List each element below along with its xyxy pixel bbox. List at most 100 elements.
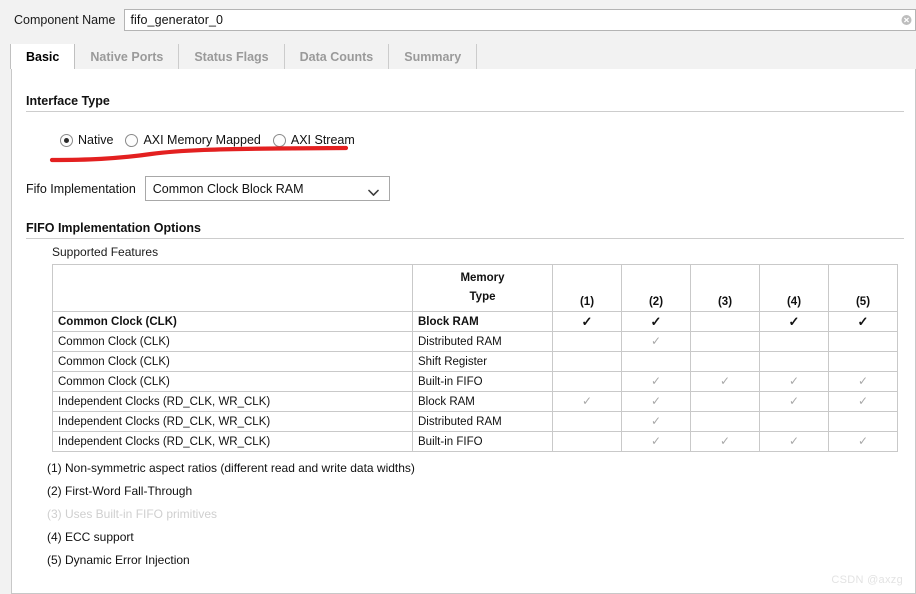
radio-axi-memory-mapped-dot (125, 133, 139, 147)
component-name-row: Component Name fifo_generator_0 (0, 0, 916, 40)
fifo-implementation-label: Fifo Implementation (26, 181, 136, 196)
table-header-row: Memory Type (1) (2) (3) (4) (5) (52, 264, 898, 312)
cell-support-5 (828, 351, 898, 372)
cell-support-4: ✓ (759, 391, 829, 412)
clear-icon[interactable] (900, 14, 913, 27)
fifo-implementation-value: Common Clock Block RAM (152, 181, 304, 196)
check-icon: ✓ (857, 313, 869, 329)
cell-support-5 (828, 411, 898, 432)
table-row[interactable]: Independent Clocks (RD_CLK, WR_CLK) Distr… (52, 411, 898, 432)
check-icon: ✓ (719, 434, 731, 448)
check-icon: ✓ (581, 394, 593, 408)
cell-support-2 (621, 351, 691, 372)
footnote: (2) First-Word Fall-Through (47, 484, 193, 498)
col-note-5: (5) (828, 264, 898, 312)
component-name-input[interactable]: fifo_generator_0 (124, 9, 916, 31)
radio-axi-stream-dot (272, 133, 286, 147)
tab-summary-label: Summary (404, 49, 462, 64)
cell-memory-type: Block RAM (412, 311, 553, 332)
interface-type-radio-group: Native AXI Memory Mapped AXI Stream (60, 133, 367, 147)
check-icon: ✓ (857, 394, 869, 408)
check-icon: ✓ (650, 434, 662, 448)
radio-native-label: Native (78, 133, 114, 147)
table-row[interactable]: Common Clock (CLK) Distributed RAM ✓ (52, 331, 898, 352)
cell-feature: Common Clock (CLK) (52, 311, 413, 332)
component-name-value: fifo_generator_0 (130, 13, 224, 27)
col-note-2: (2) (621, 264, 691, 312)
cell-feature: Independent Clocks (RD_CLK, WR_CLK) (52, 411, 413, 432)
tab-basic[interactable]: Basic (10, 44, 76, 70)
cell-support-1 (552, 331, 622, 352)
cell-memory-type: Built-in FIFO (412, 371, 553, 392)
chevron-down-icon (367, 185, 379, 196)
tab-status-flags[interactable]: Status Flags (179, 44, 285, 69)
tab-native-ports-label: Native Ports (90, 49, 164, 64)
fifo-implementation-select[interactable]: Common Clock Block RAM (144, 176, 390, 201)
cell-support-5: ✓ (828, 311, 898, 332)
cell-support-4: ✓ (759, 311, 829, 332)
table-row[interactable]: Common Clock (CLK) Built-in FIFO ✓ ✓ ✓ ✓ (52, 371, 898, 392)
tab-data-counts[interactable]: Data Counts (284, 44, 390, 69)
radio-axi-stream-label: AXI Stream (290, 133, 355, 147)
interface-type-heading: Interface Type (26, 94, 110, 108)
col-note-4: (4) (759, 264, 829, 312)
fifo-implementation-row: Fifo Implementation Common Clock Block R… (26, 176, 390, 201)
cell-support-4: ✓ (759, 431, 829, 452)
cell-support-4: ✓ (759, 371, 829, 392)
table-row[interactable]: Common Clock (CLK) Shift Register (52, 351, 898, 372)
cell-support-5: ✓ (828, 391, 898, 412)
supported-features-label: Supported Features (52, 245, 159, 259)
cell-support-3 (690, 311, 760, 332)
cell-feature: Independent Clocks (RD_CLK, WR_CLK) (52, 391, 413, 412)
tab-native-ports[interactable]: Native Ports (75, 44, 180, 69)
radio-axi-stream[interactable]: AXI Stream (272, 133, 355, 147)
cell-memory-type: Distributed RAM (412, 411, 553, 432)
table-header: Memory Type (1) (2) (3) (4) (5) (52, 264, 898, 312)
cell-support-2: ✓ (621, 331, 691, 352)
table-row[interactable]: Independent Clocks (RD_CLK, WR_CLK) Block… (52, 391, 898, 412)
cell-support-3: ✓ (690, 371, 760, 392)
cell-support-2: ✓ (621, 431, 691, 452)
footnote: (5) Dynamic Error Injection (47, 553, 190, 567)
fifo-options-heading: FIFO Implementation Options (26, 221, 201, 235)
radio-axi-memory-mapped[interactable]: AXI Memory Mapped (125, 133, 261, 147)
footnote: (1) Non-symmetric aspect ratios (differe… (47, 461, 415, 475)
cell-support-1 (552, 431, 622, 452)
cell-support-2: ✓ (621, 391, 691, 412)
tab-status-flags-label: Status Flags (194, 49, 269, 64)
check-icon: ✓ (650, 394, 662, 408)
radio-axi-memory-mapped-label: AXI Memory Mapped (143, 133, 261, 147)
check-icon: ✓ (788, 394, 800, 408)
cell-memory-type: Built-in FIFO (412, 431, 553, 452)
cell-support-5: ✓ (828, 371, 898, 392)
cell-support-1 (552, 411, 622, 432)
footnote: (3) Uses Built-in FIFO primitives (47, 507, 218, 521)
col-memory-type-line1: Memory (460, 272, 505, 285)
col-memory-type: Memory Type (412, 264, 553, 312)
cell-support-2: ✓ (621, 411, 691, 432)
cell-support-3: ✓ (690, 431, 760, 452)
radio-native[interactable]: Native (60, 133, 113, 147)
table-row[interactable]: Independent Clocks (RD_CLK, WR_CLK) Built… (52, 431, 898, 452)
cell-support-3 (690, 391, 760, 412)
check-icon: ✓ (719, 374, 731, 388)
tab-bar: Basic Native Ports Status Flags Data Cou… (10, 44, 916, 70)
fifo-generator-dialog: Component Name fifo_generator_0 Basic Na… (0, 0, 916, 594)
cell-support-2: ✓ (621, 311, 691, 332)
cell-support-1 (552, 351, 622, 372)
cell-feature: Common Clock (CLK) (52, 351, 413, 372)
check-icon: ✓ (581, 313, 593, 329)
check-icon: ✓ (650, 334, 662, 348)
tab-bar-filler (477, 44, 916, 69)
cell-memory-type: Distributed RAM (412, 331, 553, 352)
cell-memory-type: Shift Register (412, 351, 553, 372)
cell-support-3 (690, 351, 760, 372)
cell-support-2: ✓ (621, 371, 691, 392)
check-icon: ✓ (788, 434, 800, 448)
table-row[interactable]: Common Clock (CLK) Block RAM ✓ ✓ ✓ ✓ (52, 311, 898, 332)
cell-support-4 (759, 411, 829, 432)
col-note-1: (1) (552, 264, 622, 312)
cell-support-3 (690, 331, 760, 352)
fifo-options-divider (26, 238, 904, 239)
tab-summary[interactable]: Summary (389, 44, 478, 69)
